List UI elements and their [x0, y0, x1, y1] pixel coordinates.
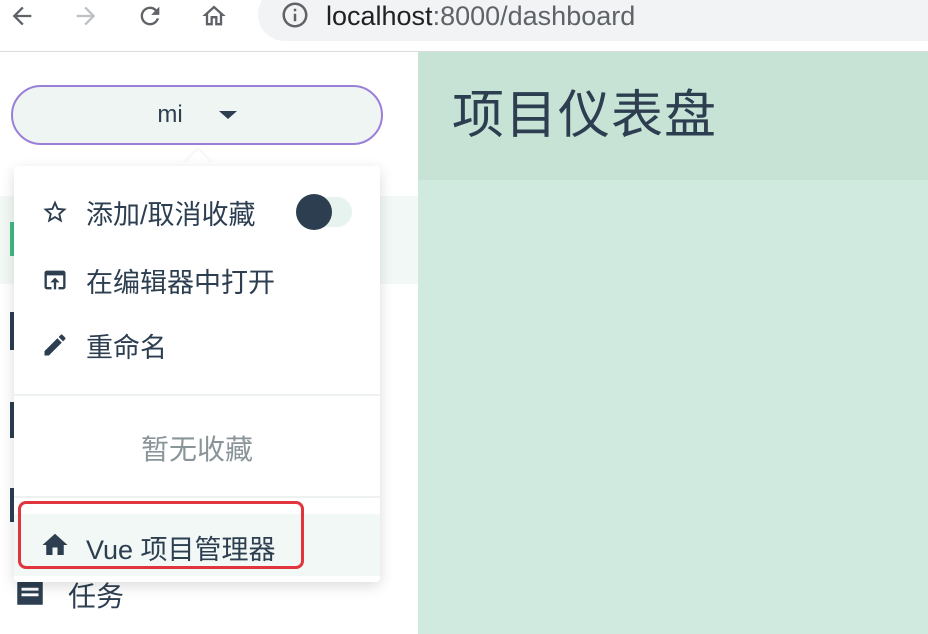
highlight-annotation [18, 501, 304, 569]
caret-down-icon [218, 111, 237, 119]
arrow-left-icon [12, 6, 32, 26]
menu-divider [14, 394, 380, 396]
menu-item-label: 在编辑器中打开 [86, 267, 275, 298]
address-bar[interactable]: localhost:8000/dashboard [258, 0, 928, 41]
reload-icon [140, 6, 160, 26]
forward-button[interactable] [68, 0, 104, 32]
back-button[interactable] [4, 0, 40, 32]
open-in-browser-icon [40, 265, 70, 295]
toggle-knob [296, 194, 332, 230]
url-text: localhost:8000/dashboard [326, 1, 635, 31]
main-content: 项目仪表盘 [418, 52, 928, 634]
pencil-icon [40, 330, 70, 360]
menu-item-toggle-favorite[interactable]: 添加/取消收藏 [14, 184, 380, 240]
menu-divider [14, 496, 380, 498]
menu-item-rename[interactable]: 重命名 [14, 317, 380, 373]
browser-toolbar: localhost:8000/dashboard [0, 0, 928, 52]
url-path: :8000/dashboard [432, 1, 636, 31]
menu-item-open-in-editor[interactable]: 在编辑器中打开 [14, 252, 380, 308]
home-button[interactable] [196, 0, 232, 32]
reload-button[interactable] [132, 0, 168, 32]
info-circle-icon[interactable] [280, 0, 310, 30]
menu-item-label: 添加/取消收藏 [86, 199, 256, 230]
star-outline-icon [40, 197, 70, 227]
arrow-right-icon [76, 6, 96, 26]
page-header: 项目仪表盘 [418, 52, 928, 180]
favorite-toggle[interactable] [296, 194, 352, 230]
home-icon [202, 5, 226, 26]
url-host: localhost [326, 1, 433, 31]
favorites-empty-text: 暂无收藏 [140, 434, 253, 465]
project-selector[interactable]: mi [11, 85, 383, 145]
current-project-name: mi [157, 101, 183, 128]
menu-item-label: 重命名 [86, 332, 167, 363]
page-title: 项目仪表盘 [452, 87, 718, 145]
